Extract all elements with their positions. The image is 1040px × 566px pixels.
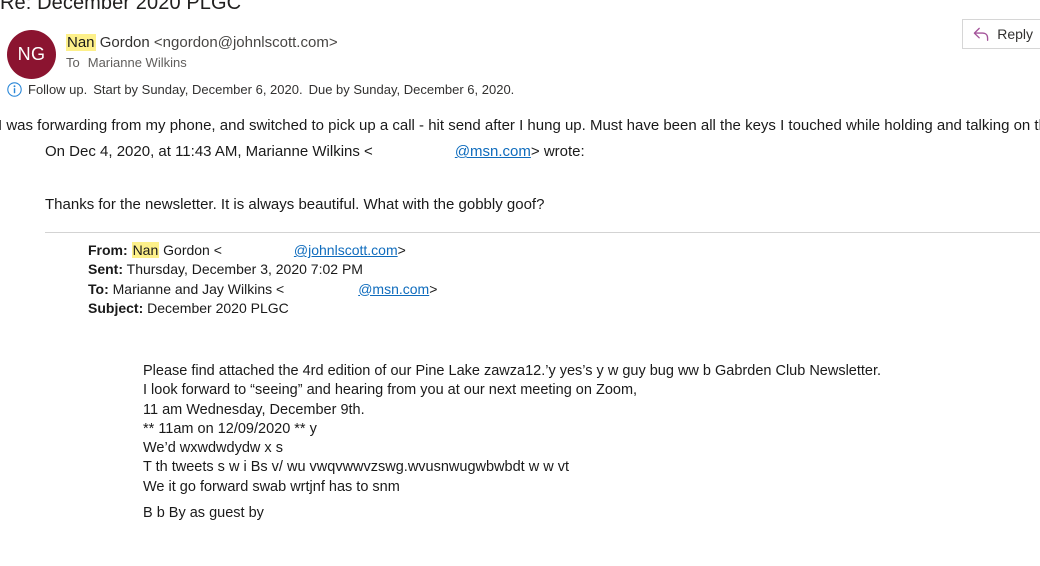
quoted-message-divider (45, 232, 1040, 233)
to-label: To (66, 55, 80, 70)
quoted-to-label: To: (88, 280, 109, 297)
quoted-sent-label: Sent: (88, 261, 123, 278)
avatar[interactable]: NG (7, 30, 56, 79)
quoted-to-suffix: > (429, 280, 438, 297)
quote-intro-email-link[interactable]: @msn.com (455, 143, 531, 160)
newsletter-spacer (143, 497, 881, 504)
quoted-to-email-link[interactable]: @msn.com (358, 281, 429, 297)
quoted-sent-value: Thursday, December 3, 2020 7:02 PM (126, 261, 363, 278)
quoted-from-row: From: Nan Gordon < @johnlscott.com> (88, 241, 437, 260)
sender-last-name: Gordon (95, 34, 154, 51)
to-recipients[interactable]: Marianne Wilkins (88, 55, 187, 70)
quoted-message-header: From: Nan Gordon < @johnlscott.com> Sent:… (88, 241, 437, 318)
followup-due-by: Due by Sunday, December 6, 2020. (308, 82, 515, 97)
quoted-subject-label: Subject: (88, 299, 144, 316)
page-title: Re: December 2020 PLGC (0, 0, 242, 14)
quoted-subject-row: Subject: December 2020 PLGC (88, 299, 437, 318)
newsletter-line: We’d wxwdwdydw x s (143, 440, 283, 457)
quote-intro-prefix: On Dec 4, 2020, at 11:43 AM, Marianne Wi… (45, 143, 373, 160)
sender-email-address: <ngordon@johnlscott.com> (153, 34, 338, 51)
avatar-initials: NG (17, 44, 46, 64)
newsletter-line: ** 11am on 12/09/2020 ** y (143, 420, 317, 437)
recipients-line: To Marianne Wilkins (66, 55, 187, 70)
reply-button-label: Reply (997, 26, 1033, 42)
quoted-sent-row: Sent: Thursday, December 3, 2020 7:02 PM (88, 260, 437, 279)
info-circle-icon (7, 82, 22, 97)
quoted-from-name-highlight: Nan (131, 242, 160, 258)
followup-text: Follow up. Start by Sunday, December 6, 2… (28, 82, 520, 97)
quote-intro-line: On Dec 4, 2020, at 11:43 AM, Marianne Wi… (45, 143, 585, 160)
quoted-to-row: To: Marianne and Jay Wilkins < @msn.com> (88, 280, 437, 299)
newsletter-line: 11 am Wednesday, December 9th. (143, 401, 365, 418)
sender-first-name-highlight: Nan (66, 34, 96, 51)
quote-thanks-line: Thanks for the newsletter. It is always … (45, 196, 545, 213)
quoted-from-email-link[interactable]: @johnlscott.com (294, 242, 398, 258)
quoted-to-value: Marianne and Jay Wilkins < (112, 280, 285, 297)
newsletter-line: I look forward to “seeing” and hearing f… (143, 382, 638, 399)
newsletter-line: T th tweets s w i Bs v/ wu vwqvwwvzswg.w… (143, 459, 569, 476)
followup-label: Follow up. (28, 82, 88, 97)
reply-arrow-icon (973, 27, 990, 42)
reply-button[interactable]: Reply (962, 19, 1040, 49)
quoted-from-name-rest: Gordon < (159, 242, 222, 258)
message-body-line: I was forwarding from my phone, and swit… (0, 117, 1040, 134)
sender-line: Nan Gordon <ngordon@johnlscott.com> (66, 34, 338, 51)
followup-start-by: Start by Sunday, December 6, 2020. (93, 82, 303, 97)
quoted-subject-value: December 2020 PLGC (147, 299, 289, 316)
quoted-from-suffix: > (397, 242, 406, 258)
newsletter-line: We it go forward swab wrtjnf has to snm (143, 478, 400, 495)
quote-intro-suffix: > wrote: (530, 143, 585, 160)
newsletter-closing-line: B b By as guest by (143, 505, 264, 522)
quoted-from-label: From: (88, 242, 128, 258)
followup-banner[interactable]: Follow up. Start by Sunday, December 6, 2… (7, 82, 520, 97)
newsletter-line: Please find attached the 4rd edition of … (143, 363, 882, 379)
quoted-message-body: Please find attached the 4rd edition of … (143, 362, 881, 523)
